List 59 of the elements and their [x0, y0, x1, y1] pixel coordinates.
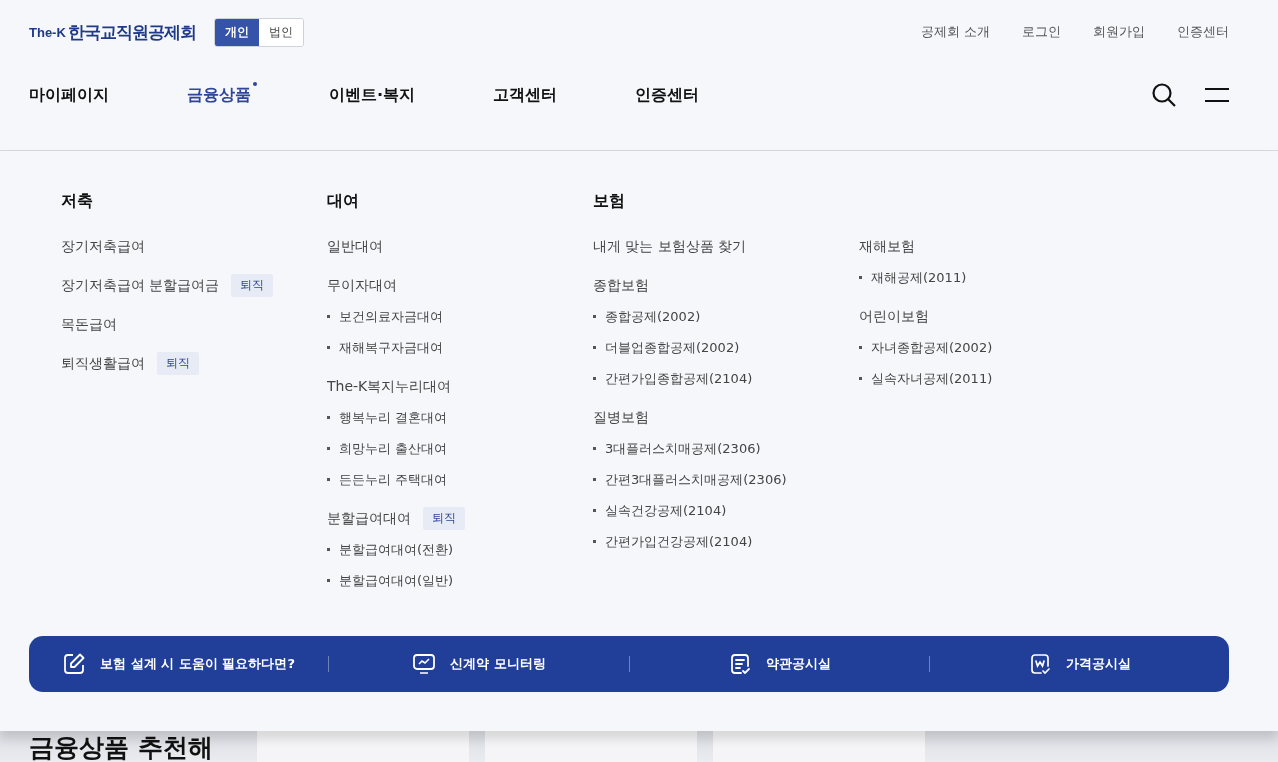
- submenu-link[interactable]: 더블업종합공제(2002): [593, 332, 740, 363]
- menu-icon[interactable]: [1205, 88, 1229, 102]
- logo-mark: The-K: [29, 24, 66, 40]
- submenu-link[interactable]: 종합공제(2002): [593, 301, 701, 332]
- utility-link[interactable]: 인증센터: [1177, 23, 1229, 41]
- submenu-link[interactable]: 보건의료자금대여: [327, 301, 443, 332]
- section-heading: 금융상품 추천해: [29, 732, 214, 762]
- submenu-link[interactable]: 분할급여대여(일반): [327, 565, 454, 596]
- menu-link[interactable]: 종합보험: [593, 276, 649, 295]
- menu-link[interactable]: 질병보험: [593, 408, 649, 427]
- retirement-tag: 퇴직: [157, 352, 199, 375]
- nav-menu-item[interactable]: 이벤트·복지: [329, 84, 416, 106]
- utility-link[interactable]: 로그인: [1022, 23, 1061, 41]
- menu-category-heading: 저축: [61, 191, 93, 212]
- submenu-link[interactable]: 실속건강공제(2104): [593, 495, 727, 526]
- submenu-link[interactable]: 든든누리 주택대여: [327, 464, 448, 495]
- submenu-link[interactable]: 재해공제(2011): [859, 262, 967, 293]
- utility-link[interactable]: 회원가입: [1093, 23, 1145, 41]
- retirement-tag: 퇴직: [231, 274, 274, 297]
- menu-category-heading: 보험: [593, 191, 625, 212]
- quick-link[interactable]: 가격공시실: [929, 652, 1229, 676]
- menu-link[interactable]: 장기저축급여: [61, 237, 145, 256]
- active-dot-icon: [253, 81, 257, 86]
- nav-menu-item[interactable]: 인증센터: [635, 84, 700, 106]
- logo-text: 한국교직원공제회: [67, 20, 196, 44]
- menu-link[interactable]: 일반대여: [327, 237, 383, 256]
- submenu-link[interactable]: 희망누리 출산대여: [327, 433, 448, 464]
- nav-menu-item[interactable]: 고객센터: [493, 84, 558, 106]
- submenu-link[interactable]: 분할급여대여(전환): [327, 534, 454, 565]
- search-icon[interactable]: [1151, 82, 1177, 108]
- submenu-link[interactable]: 간편가입종합공제(2104): [593, 363, 753, 394]
- menu-link[interactable]: 분할급여대여: [327, 509, 411, 528]
- menu-link[interactable]: The-K복지누리대여: [327, 377, 452, 396]
- edit-icon: [62, 652, 87, 676]
- menu-link[interactable]: 내게 맞는 보험상품 찾기: [593, 237, 747, 256]
- nav-menu-item[interactable]: 금융상품: [187, 84, 251, 106]
- submenu-link[interactable]: 간편가입건강공제(2104): [593, 526, 753, 557]
- menu-link[interactable]: 무이자대여: [327, 276, 397, 295]
- nav-menu-item[interactable]: 마이페이지: [29, 84, 109, 106]
- menu-link[interactable]: 장기저축급여 분할급여금: [61, 276, 220, 295]
- submenu-link[interactable]: 재해복구자금대여: [327, 332, 443, 363]
- quick-link[interactable]: 보험 설계 시 도움이 필요하다면?: [29, 652, 329, 676]
- monitor-icon: [412, 652, 437, 676]
- menu-category-heading: 대여: [327, 191, 359, 212]
- submenu-link[interactable]: 간편3대플러스치매공제(2306): [593, 464, 787, 495]
- submenu-link[interactable]: 3대플러스치매공제(2306): [593, 433, 761, 464]
- member-type-tab[interactable]: 개인: [214, 18, 259, 46]
- retirement-tag: 퇴직: [423, 507, 465, 530]
- site-logo[interactable]: The-K 한국교직원공제회: [29, 20, 196, 44]
- quick-link[interactable]: 신계약 모니터링: [329, 652, 629, 676]
- menu-link[interactable]: 어린이보험: [859, 307, 929, 326]
- submenu-link[interactable]: 자녀종합공제(2002): [859, 332, 993, 363]
- quick-link[interactable]: 약관공시실: [629, 652, 929, 676]
- menu-link[interactable]: 재해보험: [859, 237, 915, 256]
- menu-link[interactable]: 퇴직생활급여: [61, 354, 145, 373]
- menu-link[interactable]: 목돈급여: [61, 315, 117, 334]
- utility-link[interactable]: 공제회 소개: [921, 23, 990, 41]
- submenu-link[interactable]: 행복누리 결혼대여: [327, 402, 448, 433]
- submenu-link[interactable]: 실속자녀공제(2011): [859, 363, 993, 394]
